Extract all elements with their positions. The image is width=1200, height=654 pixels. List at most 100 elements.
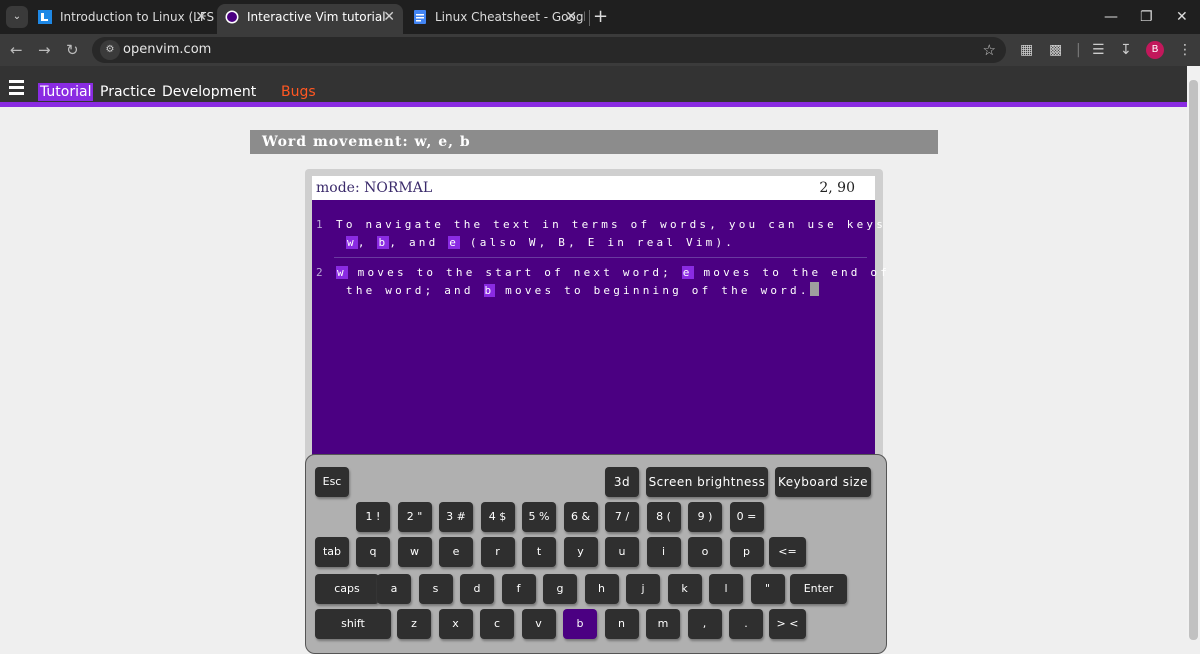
key-symbol[interactable]: . bbox=[729, 609, 763, 639]
key-esc[interactable]: Esc bbox=[315, 467, 349, 497]
extensions-icon[interactable]: ▩ bbox=[1049, 40, 1062, 60]
block-cursor bbox=[809, 282, 819, 296]
key-h[interactable]: h bbox=[584, 574, 619, 604]
key-o[interactable]: o bbox=[688, 537, 722, 567]
key-highlight-e: e bbox=[681, 266, 694, 279]
key-c[interactable]: c bbox=[480, 609, 514, 639]
vim-buffer[interactable]: 1 To navigate the text in terms of words… bbox=[312, 200, 887, 460]
tab-title: Introduction to Linux (LFS101) - bbox=[60, 10, 215, 24]
key-k[interactable]: k bbox=[667, 574, 702, 604]
forward-arrow-icon[interactable]: → bbox=[38, 40, 51, 60]
menu-kebab-icon[interactable]: ⋮ bbox=[1178, 40, 1192, 60]
hamburger-menu-icon[interactable] bbox=[9, 80, 24, 95]
key-u[interactable]: u bbox=[605, 537, 639, 567]
new-tab-button[interactable]: + bbox=[593, 4, 608, 30]
nav-bugs[interactable]: Bugs bbox=[279, 83, 318, 101]
page-scrollbar[interactable] bbox=[1187, 66, 1200, 640]
translate-icon[interactable]: ▦ bbox=[1020, 40, 1033, 60]
line-text: , and bbox=[389, 236, 449, 249]
key-z[interactable]: z bbox=[397, 609, 431, 639]
key-d[interactable]: d bbox=[460, 574, 494, 604]
key-y[interactable]: y bbox=[563, 537, 598, 567]
key-q[interactable]: q bbox=[356, 537, 390, 567]
key-3[interactable]: 3 # bbox=[439, 502, 473, 532]
profile-avatar[interactable]: B bbox=[1146, 41, 1164, 59]
key-symbol[interactable]: , bbox=[687, 609, 722, 639]
key-1[interactable]: 1 ! bbox=[356, 502, 390, 532]
vim-favicon-icon bbox=[225, 10, 239, 24]
key-9[interactable]: 9 ) bbox=[688, 502, 722, 532]
key-3d[interactable]: 3d bbox=[605, 467, 639, 497]
line-text: , bbox=[357, 236, 378, 249]
address-bar[interactable]: ⚙ openvim.com ☆ bbox=[92, 37, 1006, 63]
nav-tutorial[interactable]: Tutorial bbox=[38, 83, 94, 101]
url-text[interactable]: openvim.com bbox=[123, 37, 211, 63]
scrollbar-thumb[interactable] bbox=[1189, 80, 1198, 640]
key-g[interactable]: g bbox=[543, 574, 577, 604]
line-text: (also W, B, E in real Vim). bbox=[460, 236, 736, 249]
key-w[interactable]: w bbox=[397, 537, 432, 567]
window-close-icon[interactable]: ✕ bbox=[1176, 4, 1188, 30]
screen-brightness-button[interactable]: Screen brightness bbox=[646, 467, 768, 497]
key-5[interactable]: 5 % bbox=[522, 502, 556, 532]
toolbar-divider: | bbox=[1076, 42, 1081, 58]
tab-linux-cheatsheet[interactable]: Linux Cheatsheet - Google Doc ✕ bbox=[405, 4, 585, 34]
key-j[interactable]: j bbox=[626, 574, 660, 604]
line-number: 1 bbox=[316, 218, 326, 231]
key-angle-brackets[interactable]: > < bbox=[769, 609, 806, 639]
tab-vim-tutorial[interactable]: Interactive Vim tutorial ✕ bbox=[217, 4, 403, 34]
site-info-icon[interactable]: ⚙ bbox=[100, 40, 120, 60]
key-4[interactable]: 4 $ bbox=[480, 502, 515, 532]
key-a[interactable]: a bbox=[377, 574, 411, 604]
media-queue-icon[interactable]: ☰ bbox=[1092, 40, 1105, 60]
tab-lfs101[interactable]: Introduction to Linux (LFS101) - ✕ bbox=[30, 4, 215, 34]
vim-statusline: mode: NORMAL 2, 90 bbox=[312, 176, 875, 200]
tab-separator bbox=[589, 10, 590, 26]
nav-development[interactable]: Development bbox=[160, 83, 258, 101]
tab-title: Interactive Vim tutorial bbox=[247, 10, 386, 24]
minimize-icon[interactable]: — bbox=[1104, 4, 1118, 30]
key-2[interactable]: 2 " bbox=[397, 502, 432, 532]
key-backspace[interactable]: <= bbox=[769, 537, 806, 567]
key-b[interactable]: b bbox=[563, 609, 597, 639]
reload-icon[interactable]: ↻ bbox=[66, 40, 79, 60]
keyboard-size-button[interactable]: Keyboard size bbox=[775, 467, 871, 497]
key-l[interactable]: l bbox=[709, 574, 743, 604]
nav-practice[interactable]: Practice bbox=[98, 83, 158, 101]
line-text-wrap: the word; and b moves to beginning of th… bbox=[346, 282, 819, 300]
close-icon[interactable]: ✕ bbox=[195, 4, 207, 30]
restore-icon[interactable]: ❐ bbox=[1140, 4, 1153, 30]
key-v[interactable]: v bbox=[521, 609, 556, 639]
key-caps[interactable]: caps bbox=[315, 574, 379, 604]
key-tab[interactable]: tab bbox=[315, 537, 349, 567]
key-p[interactable]: p bbox=[729, 537, 764, 567]
line-text: the word; and bbox=[346, 284, 484, 297]
key-symbol[interactable]: " bbox=[750, 574, 785, 604]
key-highlight-b: b bbox=[483, 284, 496, 297]
key-7[interactable]: 7 / bbox=[605, 502, 639, 532]
key-e[interactable]: e bbox=[439, 537, 473, 567]
key-i[interactable]: i bbox=[646, 537, 681, 567]
download-icon[interactable]: ↧ bbox=[1120, 40, 1132, 60]
key-n[interactable]: n bbox=[604, 609, 639, 639]
key-highlight-b: b bbox=[377, 236, 390, 249]
key-s[interactable]: s bbox=[418, 574, 453, 604]
key-r[interactable]: r bbox=[480, 537, 515, 567]
key-highlight-w: w bbox=[346, 236, 358, 249]
key-f[interactable]: f bbox=[501, 574, 536, 604]
key-m[interactable]: m bbox=[646, 609, 680, 639]
key-0[interactable]: 0 = bbox=[729, 502, 764, 532]
key-shift[interactable]: shift bbox=[315, 609, 391, 639]
key-x[interactable]: x bbox=[438, 609, 473, 639]
key-6[interactable]: 6 & bbox=[563, 502, 598, 532]
mode-indicator: mode: NORMAL bbox=[316, 180, 433, 196]
close-icon[interactable]: ✕ bbox=[565, 4, 577, 30]
close-icon[interactable]: ✕ bbox=[383, 4, 395, 30]
bookmark-star-icon[interactable]: ☆ bbox=[983, 37, 996, 63]
tab-search-chevron-icon[interactable]: ⌄ bbox=[6, 6, 28, 28]
back-arrow-icon[interactable]: ← bbox=[10, 40, 23, 60]
key-8[interactable]: 8 ( bbox=[646, 502, 681, 532]
cursor-position: 2, 90 bbox=[819, 180, 855, 196]
key-enter[interactable]: Enter bbox=[790, 574, 847, 604]
key-t[interactable]: t bbox=[522, 537, 556, 567]
